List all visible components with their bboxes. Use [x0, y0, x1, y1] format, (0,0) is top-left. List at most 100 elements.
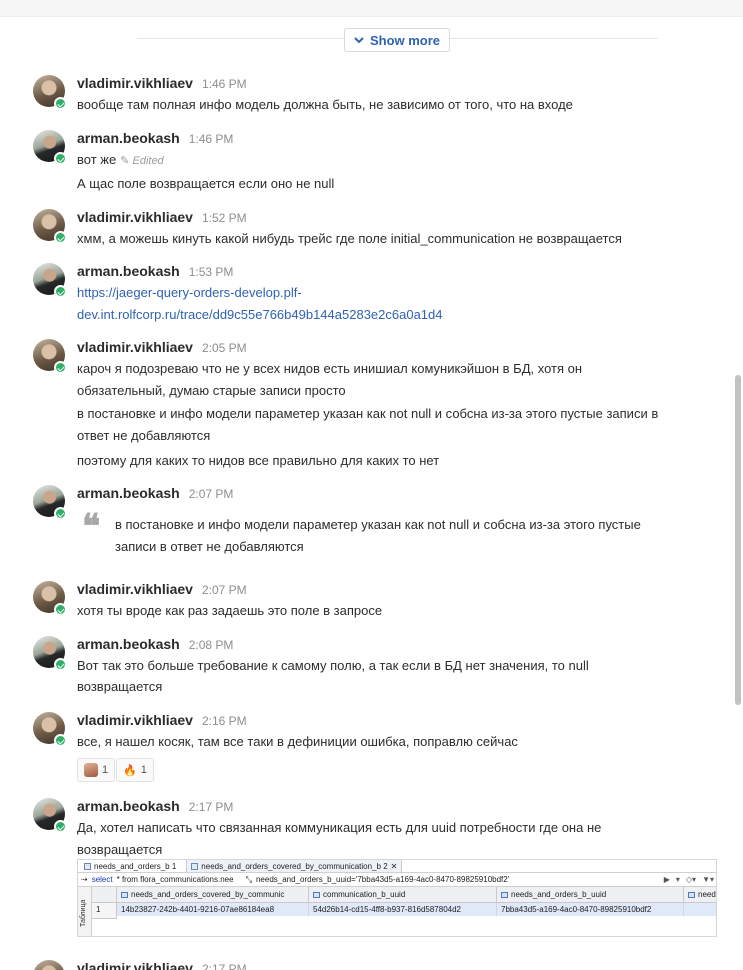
top-toolbar — [0, 0, 743, 17]
online-status-icon — [54, 820, 67, 833]
side-label-text: Таблица — [80, 899, 87, 927]
column-header: need — [684, 887, 716, 903]
message-author[interactable]: vladimir.vikhliaev — [77, 339, 193, 355]
chevron-down-icon — [354, 37, 364, 44]
db-grid: Таблица needs_and_orders_covered_by_comm… — [78, 887, 716, 936]
message-text: хмм, а можешь кинуть какой нибудь трейс … — [77, 231, 622, 246]
message-time: 2:05 PM — [201, 341, 247, 355]
trace-link[interactable]: dev.int.rolfcorp.ru/trace/dd9c55e766b49b… — [77, 304, 443, 326]
column-header: needs_and_orders_covered_by_communic — [117, 887, 309, 903]
column-icon — [688, 891, 695, 898]
message-text: возвращается — [77, 842, 163, 857]
filter-icon: ⤡ — [245, 874, 252, 884]
message-text: возвращается — [77, 679, 163, 694]
attached-image[interactable]: needs_and_orders_b 1 needs_and_orders_co… — [77, 859, 717, 937]
column-icon — [121, 891, 128, 898]
message-text: А щас поле возвращается если оно не null — [77, 176, 335, 191]
message-text: Да, хотел написать что связанная коммуни… — [77, 820, 602, 835]
table-cell — [684, 903, 716, 916]
reaction-button[interactable]: 🔥 1 — [116, 758, 154, 782]
message-author[interactable]: vladimir.vikhliaev — [77, 581, 193, 597]
message-author[interactable]: arman.beokash — [77, 485, 180, 501]
column-header-label: need — [698, 890, 716, 899]
column-header-label: needs_and_orders_covered_by_communic — [131, 890, 285, 899]
edited-label: Edited — [132, 155, 164, 167]
reaction-count: 1 — [140, 764, 147, 776]
show-more-button[interactable]: Show more — [344, 28, 450, 52]
message-text: обязательный, думаю старые записи просто — [77, 383, 346, 398]
show-more-label: Show more — [369, 32, 441, 48]
message-time: 2:17 PM — [201, 962, 247, 970]
query-tools: ▶ ▾ ◇▾ ▼▾ — [664, 875, 714, 884]
db-tab-active: needs_and_orders_covered_by_communicatio… — [186, 860, 403, 872]
online-status-icon — [54, 658, 67, 671]
table-icon — [191, 862, 199, 870]
message-time: 2:08 PM — [188, 638, 234, 652]
dropdown-icon: ▾ — [675, 875, 680, 884]
message-author[interactable]: vladimir.vikhliaev — [77, 209, 193, 225]
message-author[interactable]: vladimir.vikhliaev — [77, 712, 193, 728]
table-cell: 14b23827-242b-4401-9216-07ae86184ea8 — [117, 903, 309, 916]
message-author[interactable]: arman.beokash — [77, 130, 180, 146]
message-text: ответ не добавляются — [77, 428, 211, 443]
column-icon — [501, 891, 508, 898]
table-cell: 54d26b14-cd15-4ff8-b937-816d587804d2 — [309, 903, 497, 916]
run-icon: ▶ — [663, 875, 670, 884]
reaction-button[interactable]: 1 — [77, 758, 116, 782]
online-status-icon — [54, 97, 67, 110]
db-tab-label: needs_and_orders_covered_by_communicatio… — [201, 861, 388, 871]
scrollbar[interactable] — [735, 375, 741, 705]
message-text: вообще там полная инфо модель должна быт… — [77, 97, 573, 112]
db-tab: needs_and_orders_b 1 — [80, 860, 180, 872]
online-status-icon — [54, 152, 67, 165]
message-author[interactable]: arman.beokash — [77, 636, 180, 652]
message-author[interactable]: arman.beokash — [77, 263, 180, 279]
close-icon: ✕ — [390, 861, 398, 871]
pencil-icon: ✎ — [120, 155, 133, 167]
online-status-icon — [54, 734, 67, 747]
db-tabs: needs_and_orders_b 1 needs_and_orders_co… — [78, 860, 716, 873]
quote-text: записи в ответ не добавляются — [115, 539, 304, 554]
quote-text: в постановке и инфо модели параметер ука… — [115, 517, 641, 532]
message-time: 1:52 PM — [201, 211, 247, 225]
message-text: в постановке и инфо модели параметер ука… — [77, 406, 659, 421]
db-query-bar: ⇢ select * from flora_communications.nee… — [78, 873, 716, 887]
message-text: поэтому для каких то нидов все правильно… — [77, 453, 440, 468]
message-time: 2:07 PM — [201, 583, 247, 597]
message-time: 1:46 PM — [188, 132, 234, 146]
fire-emoji-icon: 🔥 — [123, 764, 137, 777]
avatar[interactable] — [33, 960, 65, 970]
trace-link[interactable]: https://jaeger-query-orders-develop.plf- — [77, 282, 302, 304]
column-header: communication_b_uuid — [309, 887, 497, 903]
edited-marker: ✎ Edited — [120, 155, 163, 167]
funnel-icon: ▼▾ — [702, 875, 714, 884]
online-status-icon — [54, 507, 67, 520]
clear-icon: ◇▾ — [685, 875, 697, 884]
message-time: 1:46 PM — [201, 77, 247, 91]
message-text: хотя ты вроде как раз задаешь это поле в… — [77, 603, 383, 618]
column-icon — [313, 891, 320, 898]
custom-emoji-icon — [84, 763, 98, 777]
message-text: Вот так это больше требование к самому п… — [77, 658, 589, 673]
message-text-line: вот же ✎ Edited — [77, 149, 164, 172]
message-author[interactable]: arman.beokash — [77, 798, 180, 814]
quote-icon: ❝ — [82, 507, 101, 547]
db-tab-label: needs_and_orders_b 1 — [94, 861, 177, 871]
online-status-icon — [54, 361, 67, 374]
table-cell: 7bba43d5-a169-4ac0-8470-89825910bdf2 — [497, 903, 684, 916]
grid-side-label: Таблица — [78, 887, 92, 936]
message-time: 2:07 PM — [188, 487, 234, 501]
message-text: кароч я подозреваю что не у всех нидов е… — [77, 361, 583, 376]
column-header: needs_and_orders_b_uuid — [497, 887, 684, 903]
query-keyword: select — [91, 875, 113, 884]
query-text: * from flora_communications.nee — [116, 875, 234, 884]
message-text: все, я нашел косяк, там все таки в дефин… — [77, 734, 518, 749]
message-time: 2:17 PM — [188, 800, 234, 814]
message-time: 2:16 PM — [201, 714, 247, 728]
message-author[interactable]: vladimir.vikhliaev — [77, 75, 193, 91]
column-header-label: communication_b_uuid — [323, 890, 406, 899]
column-header-label: needs_and_orders_b_uuid — [511, 890, 607, 899]
reaction-count: 1 — [102, 764, 109, 776]
table-icon — [84, 862, 91, 870]
message-author[interactable]: vladimir.vikhliaev — [77, 960, 193, 970]
